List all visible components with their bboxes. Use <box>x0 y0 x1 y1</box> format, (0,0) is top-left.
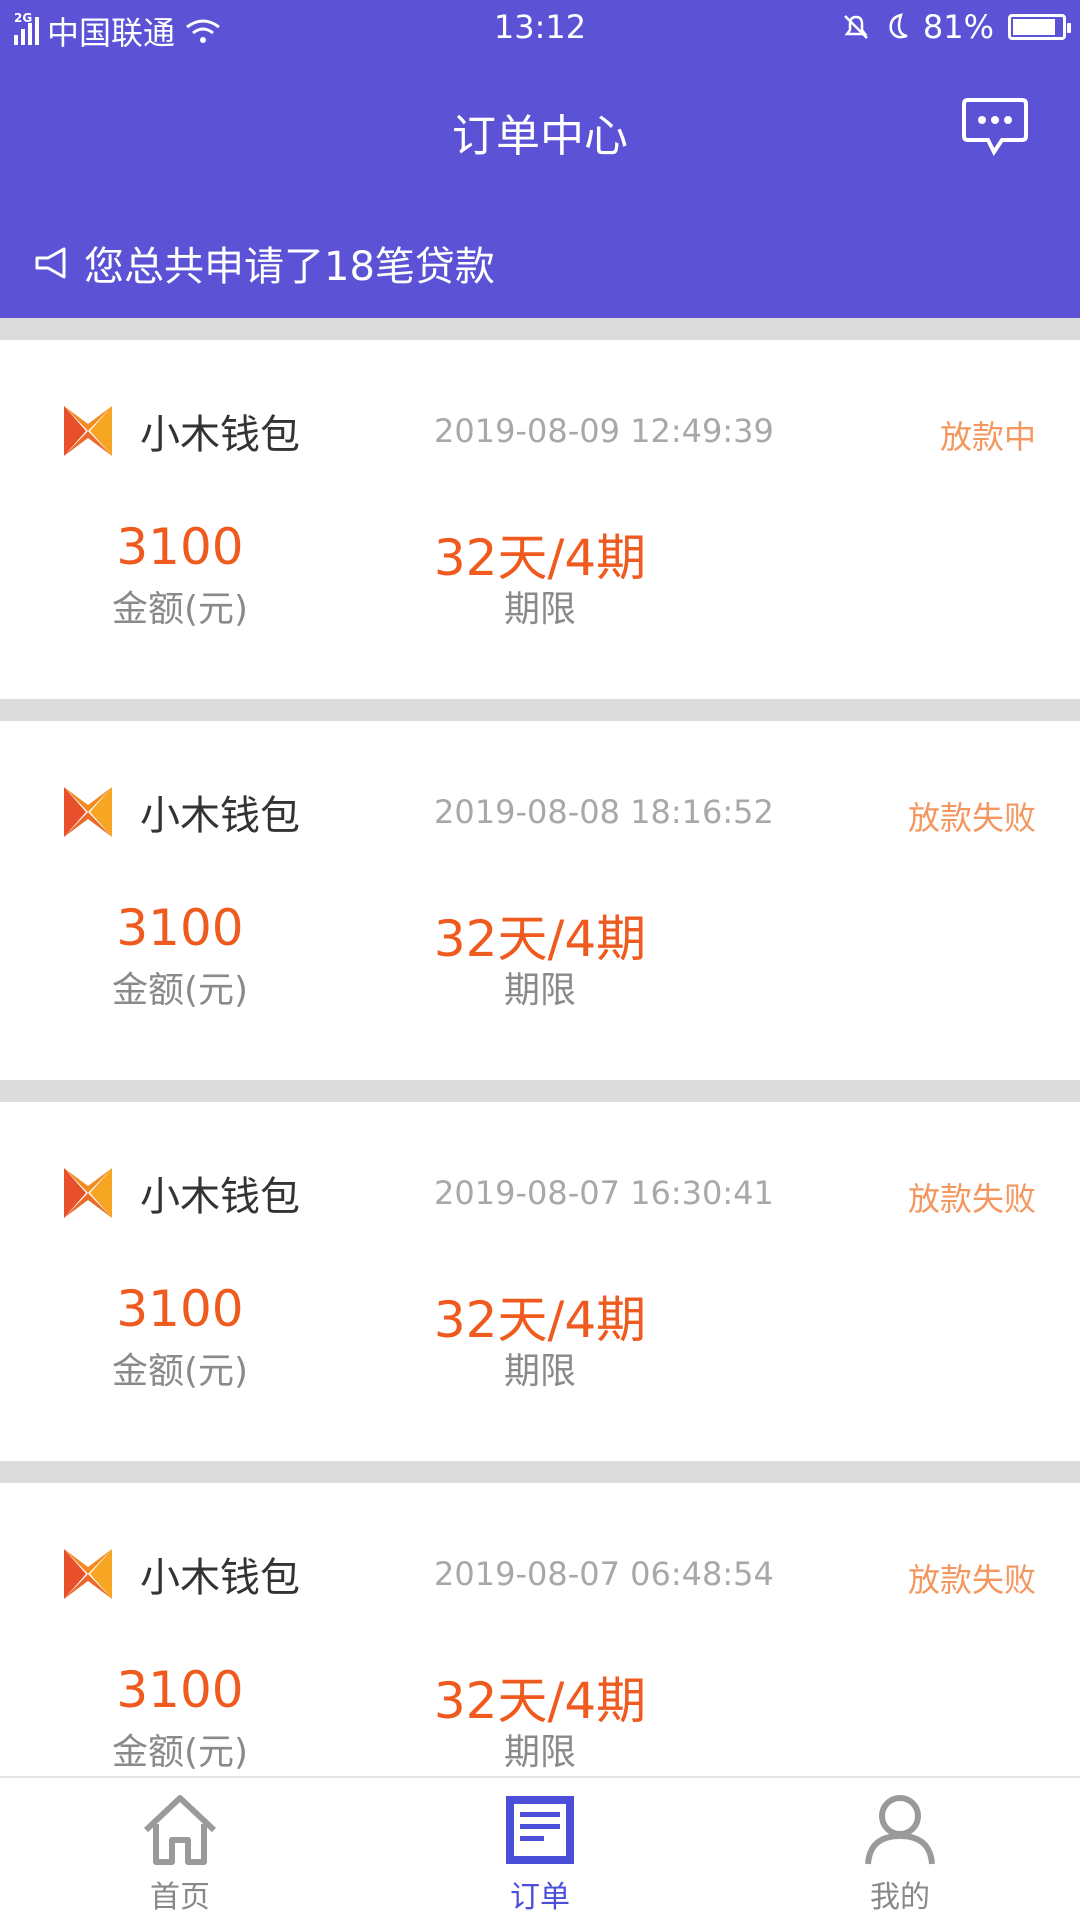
battery-icon <box>1008 14 1071 40</box>
order-card[interactable]: 小木钱包 2019-08-09 12:49:39 放款中 3100 金额(元) … <box>0 340 1080 699</box>
brand-name: 小木钱包 <box>140 412 300 458</box>
order-status: 放款中 <box>939 418 1036 456</box>
brand-name: 小木钱包 <box>140 1555 300 1601</box>
status-bar: 2G 中国联通 13:12 81% <box>0 0 1080 58</box>
term-label: 期限 <box>503 589 576 630</box>
divider <box>0 699 1080 721</box>
brand-name: 小木钱包 <box>140 793 300 839</box>
user-icon <box>865 1795 935 1865</box>
megaphone-icon <box>35 247 66 279</box>
loan-count-notice: 您总共申请了18笔贷款 <box>34 234 495 292</box>
nav-label-profile: 我的 <box>870 1880 930 1915</box>
bottom-nav: 首页 订单 我的 <box>0 1776 1080 1920</box>
notice-text: 您总共申请了18笔贷款 <box>84 244 495 290</box>
amount-label: 金额(元) <box>111 589 249 630</box>
loan-amount: 3100 <box>116 1661 244 1719</box>
order-datetime: 2019-08-07 06:48:54 <box>434 1555 774 1593</box>
order-datetime: 2019-08-09 12:49:39 <box>434 412 774 450</box>
moon-icon <box>889 13 908 39</box>
order-status: 放款失败 <box>907 799 1036 837</box>
bell-muted-icon <box>843 15 868 39</box>
status-right: 81% <box>841 8 1071 46</box>
order-datetime: 2019-08-07 16:30:41 <box>434 1174 774 1212</box>
order-icon <box>506 1796 574 1864</box>
amount-label: 金额(元) <box>111 970 249 1011</box>
nav-item-home[interactable]: 首页 <box>80 1778 280 1920</box>
order-card[interactable]: 小木钱包 2019-08-07 16:30:41 放款失败 3100 金额(元)… <box>0 1102 1080 1461</box>
term-label: 期限 <box>503 1351 576 1392</box>
order-datetime: 2019-08-08 18:16:52 <box>434 793 774 831</box>
loan-amount: 3100 <box>116 1280 244 1338</box>
term-label: 期限 <box>503 1732 576 1773</box>
divider <box>0 318 1080 340</box>
amount-label: 金额(元) <box>111 1732 249 1773</box>
nav-item-orders[interactable]: 订单 <box>440 1778 640 1920</box>
order-list: 小木钱包 2019-08-09 12:49:39 放款中 3100 金额(元) … <box>0 318 1080 1842</box>
brand-logo-icon <box>64 1549 112 1599</box>
brand-logo-icon <box>64 406 112 456</box>
order-card[interactable]: 小木钱包 2019-08-08 18:16:52 放款失败 3100 金额(元)… <box>0 721 1080 1080</box>
nav-label-orders: 订单 <box>510 1880 570 1915</box>
brand-name: 小木钱包 <box>140 1174 300 1220</box>
loan-amount: 3100 <box>116 899 244 957</box>
home-icon <box>143 1795 217 1865</box>
divider <box>0 1080 1080 1102</box>
order-status: 放款失败 <box>907 1561 1036 1599</box>
loan-amount: 3100 <box>116 518 244 576</box>
header: 2G 中国联通 13:12 81% 订单中心 您总共申请了18笔贷款 <box>0 0 1080 318</box>
page-title: 订单中心 <box>452 111 628 162</box>
brand-logo-icon <box>64 787 112 837</box>
amount-label: 金额(元) <box>111 1351 249 1392</box>
nav-item-profile[interactable]: 我的 <box>800 1778 1000 1920</box>
battery-percent: 81% <box>922 8 994 46</box>
divider <box>0 1461 1080 1483</box>
term-label: 期限 <box>503 970 576 1011</box>
order-status: 放款失败 <box>907 1180 1036 1218</box>
chat-bubble-icon[interactable] <box>962 96 1028 158</box>
brand-logo-icon <box>64 1168 112 1218</box>
nav-label-home: 首页 <box>150 1880 210 1915</box>
